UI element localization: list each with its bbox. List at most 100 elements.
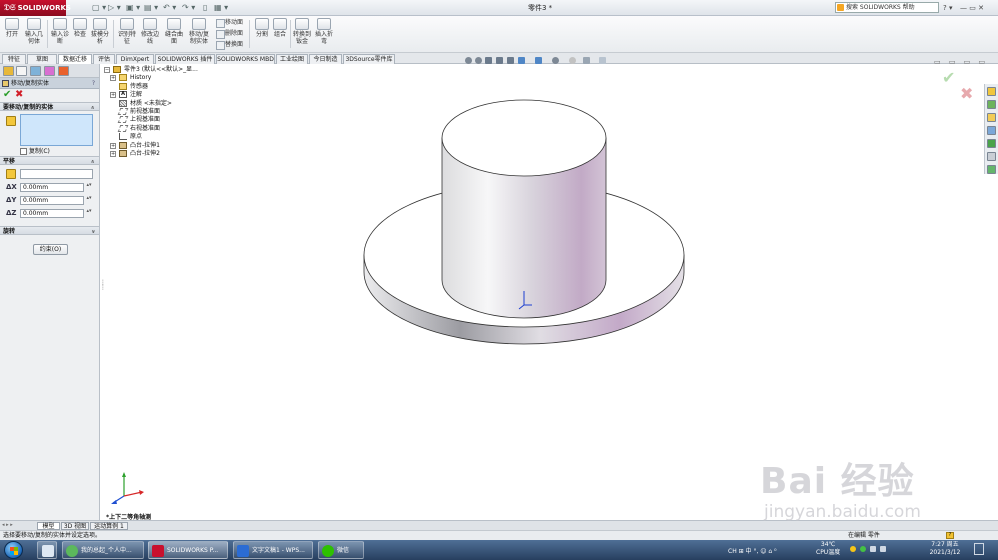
new-document-button[interactable]: ▢ ▾ (92, 3, 106, 13)
tree-node[interactable]: + History (104, 74, 244, 82)
delta-x-spinner[interactable]: ▴▾ (86, 183, 92, 192)
knit-surface-command[interactable]: 缝合曲面 (163, 18, 185, 45)
window-controls[interactable]: — ▭ ✕ (960, 2, 984, 14)
delta-z-input[interactable]: 0.00mm (20, 209, 84, 218)
custom-properties-icon[interactable] (987, 152, 996, 161)
delta-x-input[interactable]: 0.00mm (20, 183, 84, 192)
save-button[interactable]: ▣ ▾ (126, 3, 140, 13)
delta-y-spinner[interactable]: ▴▾ (86, 196, 92, 205)
taskbar-item-browser[interactable]: 我的总起_个人中... (62, 541, 144, 559)
boss-cylinder[interactable] (441, 99, 607, 319)
insert-bends-command[interactable]: 插入折弯 (313, 18, 335, 45)
confirmation-corner-ok-icon[interactable]: ✔ (942, 68, 955, 87)
view-settings-icon[interactable] (599, 57, 606, 64)
rotate-group-header[interactable]: 旋转» (0, 226, 99, 235)
translate-group-header[interactable]: 平移» (0, 156, 99, 165)
help-button[interactable]: ? ▾ (943, 2, 952, 14)
tree-node[interactable]: + 凸台-拉伸2 (104, 149, 244, 158)
tree-expander-icon[interactable]: + (110, 142, 116, 149)
delta-y-input[interactable]: 0.00mm (20, 196, 84, 205)
taskbar-item-solidworks[interactable]: SOLIDWORKS P... (148, 541, 228, 559)
delta-z-spinner[interactable]: ▴▾ (86, 209, 92, 218)
import-diagnostics-command[interactable]: 输入诊断 (49, 18, 71, 45)
tab-industrial-drawing[interactable]: 工业绘图 (276, 54, 308, 64)
delete-face-command[interactable]: 删除面 (216, 29, 243, 39)
solidworks-resources-icon[interactable] (987, 87, 996, 96)
print-button[interactable]: ▤ ▾ (144, 3, 158, 13)
tray-wechat-icon[interactable] (860, 546, 866, 552)
appearances-icon[interactable] (987, 139, 996, 148)
tree-node[interactable]: − 零件3 (默认<<默认>_显... (104, 66, 244, 74)
display-style-icon[interactable] (535, 57, 542, 64)
network-icon[interactable] (870, 546, 876, 552)
tree-node[interactable]: 传感器 (104, 82, 244, 91)
tab-motion-study[interactable]: 运动算例 1 (90, 522, 128, 530)
rebuild-button[interactable]: ▦ ▾ (214, 3, 228, 13)
start-button[interactable] (4, 541, 23, 559)
tab-3d-views[interactable]: 3D 视图 (61, 522, 89, 530)
draft-analysis-command[interactable]: 拔模分析 (89, 18, 111, 45)
undo-button[interactable]: ↶ ▾ (163, 3, 176, 13)
tab-data-migration[interactable]: 数据迁移 (58, 54, 92, 64)
tab-scroll-arrows[interactable]: ◂ ▸ ▸ (2, 522, 13, 528)
tab-evaluate[interactable]: 评估 (93, 54, 115, 64)
file-explorer-taskbar-button[interactable] (37, 541, 57, 559)
replace-face-command[interactable]: 替换面 (216, 40, 243, 50)
file-explorer-icon[interactable] (987, 113, 996, 122)
help-icon[interactable]: ? (92, 78, 95, 89)
tree-node[interactable]: + 凸台-拉伸1 (104, 141, 244, 150)
model-viewport-part[interactable] (362, 95, 686, 395)
tab-3dsource-library[interactable]: 3DSource零件库 (343, 54, 395, 64)
tree-node[interactable]: 上视基准面 (104, 116, 244, 124)
tree-node[interactable]: 材质 <未指定> (104, 99, 244, 108)
previous-view-icon[interactable] (485, 57, 492, 64)
tray-app-icon[interactable] (850, 546, 856, 552)
help-search-input[interactable]: 搜索 SOLIDWORKS 帮助 (835, 2, 939, 13)
solidworks-logo[interactable]: 𝔇𝔖 SOLIDWORKS (0, 0, 71, 16)
bodies-selection-box[interactable] (20, 114, 93, 146)
zoom-to-fit-icon[interactable] (465, 57, 472, 64)
document-window-controls[interactable]: ▭ ▭ ▭ ▭ (934, 58, 988, 66)
view-palette-icon[interactable] (987, 126, 996, 135)
cancel-button[interactable]: ✖ (15, 89, 23, 100)
open-button[interactable]: ▷ ▾ (108, 3, 121, 13)
feature-recognition-command[interactable]: 识别特征 (116, 18, 138, 45)
tree-expander-icon[interactable]: − (104, 67, 110, 73)
tab-sketch[interactable]: 草图 (27, 54, 57, 64)
taskbar-item-wps[interactable]: 文字文稿1 - WPS... (233, 541, 313, 559)
property-manager-tab-icon[interactable] (16, 66, 27, 76)
forum-icon[interactable] (987, 165, 996, 174)
move-copy-body-command[interactable]: 移动/复制实体 (188, 18, 210, 45)
feature-manager-tab-icon[interactable] (3, 66, 14, 76)
tab-solidworks-addins[interactable]: SOLIDWORKS 插件 (155, 54, 215, 64)
tab-dimxpert[interactable]: DimXpert (116, 54, 154, 64)
status-help-icon[interactable]: ? (946, 532, 954, 539)
taskbar-clock[interactable]: 7:27 周五 2021/3/12 (924, 541, 966, 557)
design-library-icon[interactable] (987, 100, 996, 109)
tree-expander-icon[interactable]: + (110, 150, 116, 157)
configuration-manager-tab-icon[interactable] (30, 66, 41, 76)
view-orientation-icon[interactable] (518, 57, 525, 64)
taskbar-item-wechat[interactable]: 微信 (318, 541, 364, 559)
bodies-group-header[interactable]: 要移动/复制的实体» (0, 102, 99, 111)
tab-features[interactable]: 特征 (2, 54, 26, 64)
input-method-indicator[interactable]: CH ⊞ 中 °, ☺ ⌂ ⁰ (728, 546, 777, 555)
modify-edge-command[interactable]: 修改边线 (139, 18, 161, 45)
edit-appearance-icon[interactable] (569, 57, 576, 64)
redo-button[interactable]: ↷ ▾ (182, 3, 195, 13)
apply-scene-icon[interactable] (583, 57, 590, 64)
display-manager-tab-icon[interactable] (58, 66, 69, 76)
section-view-icon[interactable] (496, 57, 503, 64)
translate-reference-field[interactable] (20, 169, 93, 179)
confirmation-corner-cancel-icon[interactable]: ✖ (960, 84, 973, 103)
open-command[interactable]: 打开 (1, 18, 23, 38)
volume-icon[interactable] (880, 546, 886, 552)
convert-to-sheetmetal-command[interactable]: 转换到钣金 (291, 18, 313, 45)
move-face-command[interactable]: 移动面 (216, 18, 243, 28)
dimxpert-manager-tab-icon[interactable] (44, 66, 55, 76)
tree-expander-icon[interactable]: + (110, 92, 116, 99)
show-desktop-button[interactable] (974, 543, 984, 555)
tab-solidworks-mbd[interactable]: SOLIDWORKS MBD (216, 54, 275, 64)
copy-checkbox[interactable]: 复制(C) (20, 148, 50, 156)
zoom-to-area-icon[interactable] (475, 57, 482, 64)
